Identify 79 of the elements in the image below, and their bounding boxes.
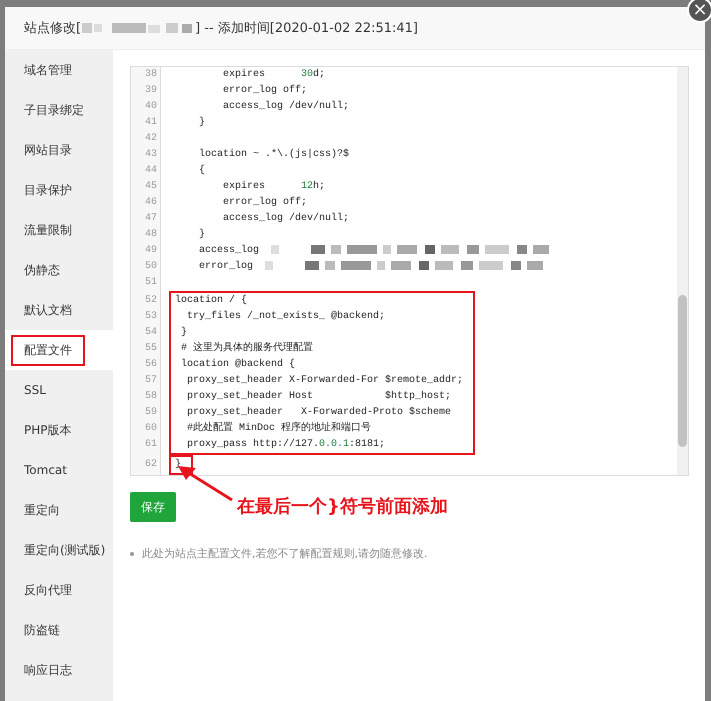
- line-number: 38: [144, 68, 157, 82]
- code-text: d;: [313, 69, 326, 80]
- sidebar-item[interactable]: 配置文件: [5, 330, 113, 370]
- sidebar-item[interactable]: PHP版本: [5, 410, 113, 450]
- sidebar-item[interactable]: Tomcat: [5, 450, 113, 490]
- sidebar-item[interactable]: 域名管理: [5, 50, 113, 90]
- line-number: 44: [144, 164, 157, 178]
- line-number: 50: [144, 260, 157, 274]
- sidebar-item[interactable]: 目录保护: [5, 170, 113, 210]
- hint-text: 此处为站点主配置文件,若您不了解配置规则,请勿随意修改.: [142, 546, 428, 561]
- code-text: {: [198, 165, 206, 176]
- sidebar-item[interactable]: 响应日志: [5, 650, 113, 690]
- code-text: access_log /dev/null;: [222, 213, 350, 224]
- code-text: access_log /dev/null;: [222, 101, 350, 112]
- line-number: 42: [144, 132, 157, 146]
- line-number: 58: [144, 390, 157, 404]
- code-number: 30: [301, 69, 314, 80]
- sidebar-item[interactable]: 重定向: [5, 490, 113, 530]
- line-number: 56: [144, 358, 157, 372]
- bullet-icon: [130, 552, 134, 556]
- annotation-text: 在最后一个}符号前面添加: [237, 495, 448, 518]
- line-number: 43: [144, 148, 157, 162]
- code-text: location / {: [175, 295, 248, 306]
- code-text: proxy_set_header Host $http_host;: [186, 391, 452, 402]
- code-text: try_files /_not_exists_ @backend;: [186, 311, 386, 322]
- code-text: #此处配置 MinDoc 程序的地址和端口号: [186, 423, 372, 434]
- code-text: location ~ .*\.(js|css)?$: [198, 149, 350, 160]
- code-text: expires: [222, 69, 266, 80]
- code-text: error_log off;: [222, 197, 308, 208]
- line-number: 45: [144, 180, 157, 194]
- code-text: # 这里为具体的服务代理配置: [180, 343, 314, 354]
- line-number: 48: [144, 228, 157, 242]
- line-number: 40: [144, 100, 157, 114]
- line-number: 41: [144, 116, 157, 130]
- code-number: 12: [301, 181, 314, 192]
- sidebar-item[interactable]: 伪静态: [5, 250, 113, 290]
- line-number: 46: [144, 196, 157, 210]
- code-text: }: [175, 459, 182, 470]
- sidebar-item[interactable]: 反向代理: [5, 570, 113, 610]
- code-text: }: [198, 229, 206, 240]
- line-number: 57: [144, 374, 157, 388]
- sidebar-item[interactable]: 重定向(测试版): [5, 530, 113, 570]
- line-number: 62: [144, 458, 157, 472]
- scrollbar-thumb[interactable]: [678, 295, 687, 447]
- line-number: 52: [144, 294, 157, 308]
- code-text: access_log: [198, 245, 260, 256]
- code-text: location @backend {: [180, 359, 296, 370]
- sidebar-item[interactable]: SSL: [5, 370, 113, 410]
- sidebar-item[interactable]: 网站目录: [5, 130, 113, 170]
- code-number: 0.0.1: [319, 439, 350, 450]
- line-number: 53: [144, 310, 157, 324]
- close-button[interactable]: ×: [687, 0, 711, 23]
- dialog-title: 站点修改[: [24, 20, 82, 37]
- code-text: error_log: [198, 261, 254, 272]
- sidebar-item[interactable]: 流量限制: [5, 210, 113, 250]
- sidebar-item[interactable]: 子目录绑定: [5, 90, 113, 130]
- code-text: proxy_set_header X-Forwarded-For $remote_addr;: [186, 375, 464, 386]
- sidebar-item[interactable]: 防盗链: [5, 610, 113, 650]
- scrollbar[interactable]: [677, 67, 688, 475]
- line-number: 60: [144, 422, 157, 436]
- line-number: 54: [144, 326, 157, 340]
- code-text: :8181;: [349, 439, 386, 450]
- line-number: 47: [144, 212, 157, 226]
- code-text: proxy_set_header X-Forwarded-Proto $scheme: [186, 407, 452, 418]
- code-text: }: [198, 117, 206, 128]
- code-text: expires: [222, 181, 266, 192]
- code-text: proxy_pass http://127.: [186, 439, 320, 450]
- dialog-title: ] -- 添加时间[2020-01-02 22:51:41]: [195, 20, 418, 37]
- line-number: 49: [144, 244, 157, 258]
- line-number: 51: [144, 276, 157, 290]
- line-number: 39: [144, 84, 157, 98]
- line-number: 61: [144, 438, 157, 452]
- code-text: }: [180, 327, 188, 338]
- line-number: 59: [144, 406, 157, 420]
- sidebar-item[interactable]: 默认文档: [5, 290, 113, 330]
- code-editor[interactable]: [130, 66, 689, 476]
- code-text: h;: [313, 181, 326, 192]
- code-text: error_log off;: [222, 85, 308, 96]
- line-number: 55: [144, 342, 157, 356]
